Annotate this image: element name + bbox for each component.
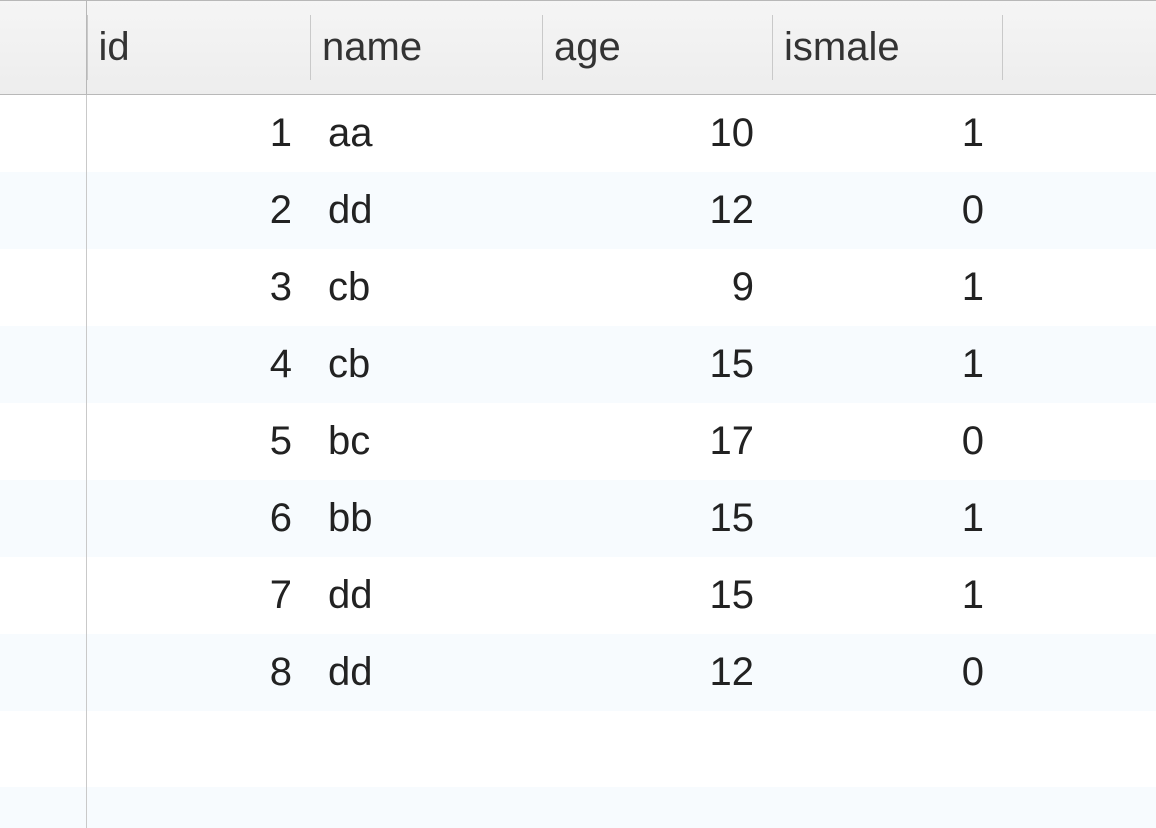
cell-age[interactable]: 12 [542,172,772,249]
cell-id[interactable]: 3 [86,249,310,326]
cell-id[interactable]: 6 [86,480,310,557]
column-header-age[interactable]: age [542,1,772,95]
cell-age[interactable]: 9 [542,249,772,326]
cell-tail [1002,95,1156,173]
cell-age[interactable]: 12 [542,634,772,711]
table-header: id name age ismale [0,1,1156,95]
cell-ismale[interactable]: 0 [772,634,1002,711]
cell-name[interactable]: dd [310,634,542,711]
cell-name[interactable]: dd [310,172,542,249]
cell-ismale[interactable]: 0 [772,403,1002,480]
cell-id[interactable]: 4 [86,326,310,403]
cell-tail [1002,249,1156,326]
data-table-container: id name age ismale 1 aa 10 1 2 dd 12 0 [0,0,1156,828]
row-gutter[interactable] [0,557,86,634]
table-body: 1 aa 10 1 2 dd 12 0 3 cb 9 1 [0,95,1156,828]
cell-tail [1002,480,1156,557]
cell-empty [772,787,1002,828]
table-row[interactable]: 8 dd 12 0 [0,634,1156,711]
table-row[interactable]: 3 cb 9 1 [0,249,1156,326]
cell-age[interactable]: 17 [542,403,772,480]
row-gutter[interactable] [0,403,86,480]
cell-ismale[interactable]: 1 [772,480,1002,557]
cell-tail [1002,403,1156,480]
table-row[interactable]: 6 bb 15 1 [0,480,1156,557]
table-row[interactable]: 4 cb 15 1 [0,326,1156,403]
cell-tail [1002,634,1156,711]
cell-empty [1002,711,1156,787]
cell-empty [542,787,772,828]
cell-id[interactable]: 2 [86,172,310,249]
row-gutter [0,711,86,787]
cell-tail [1002,557,1156,634]
cell-name[interactable]: bc [310,403,542,480]
column-header-name[interactable]: name [310,1,542,95]
cell-empty [1002,787,1156,828]
cell-id[interactable]: 5 [86,403,310,480]
cell-ismale[interactable]: 1 [772,95,1002,173]
cell-name[interactable]: aa [310,95,542,173]
cell-ismale[interactable]: 1 [772,557,1002,634]
cell-age[interactable]: 15 [542,326,772,403]
cell-id[interactable]: 7 [86,557,310,634]
cell-empty [772,711,1002,787]
cell-name[interactable]: dd [310,557,542,634]
row-gutter [0,787,86,828]
cell-age[interactable]: 15 [542,480,772,557]
row-gutter[interactable] [0,326,86,403]
cell-empty [86,711,310,787]
cell-empty [86,787,310,828]
column-header-id[interactable]: id [86,1,310,95]
cell-ismale[interactable]: 1 [772,326,1002,403]
table-row-empty [0,711,1156,787]
cell-tail [1002,326,1156,403]
row-gutter[interactable] [0,634,86,711]
cell-id[interactable]: 1 [86,95,310,173]
column-header-ismale[interactable]: ismale [772,1,1002,95]
cell-name[interactable]: cb [310,249,542,326]
row-number-header[interactable] [0,1,86,95]
table-row[interactable]: 2 dd 12 0 [0,172,1156,249]
table-row-empty [0,787,1156,828]
data-table: id name age ismale 1 aa 10 1 2 dd 12 0 [0,1,1156,828]
row-gutter[interactable] [0,480,86,557]
cell-tail [1002,172,1156,249]
cell-empty [310,711,542,787]
cell-name[interactable]: cb [310,326,542,403]
cell-id[interactable]: 8 [86,634,310,711]
table-row[interactable]: 5 bc 17 0 [0,403,1156,480]
cell-name[interactable]: bb [310,480,542,557]
cell-age[interactable]: 10 [542,95,772,173]
column-header-tail [1002,1,1156,95]
cell-ismale[interactable]: 0 [772,172,1002,249]
cell-empty [310,787,542,828]
row-gutter[interactable] [0,249,86,326]
cell-ismale[interactable]: 1 [772,249,1002,326]
cell-age[interactable]: 15 [542,557,772,634]
table-row[interactable]: 7 dd 15 1 [0,557,1156,634]
row-gutter[interactable] [0,172,86,249]
row-gutter[interactable] [0,95,86,173]
cell-empty [542,711,772,787]
table-row[interactable]: 1 aa 10 1 [0,95,1156,173]
